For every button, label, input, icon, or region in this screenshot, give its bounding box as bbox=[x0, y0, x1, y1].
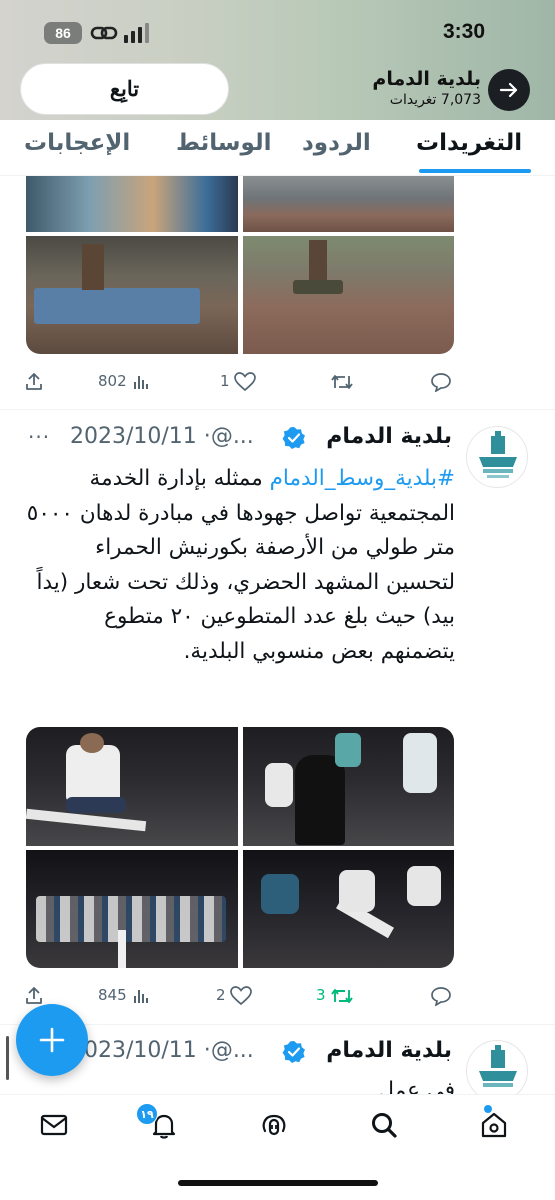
separator: · bbox=[196, 424, 211, 449]
tab-replies[interactable]: الردود bbox=[302, 130, 371, 156]
tweet-text: في عمل... bbox=[357, 1078, 455, 1094]
home-indicator[interactable] bbox=[178, 1180, 378, 1186]
like-count: 2 bbox=[216, 986, 226, 1004]
tweet-date[interactable]: 2023/10/11 bbox=[70, 424, 197, 449]
tweet-handle: @... bbox=[210, 424, 254, 449]
follow-button[interactable]: تابِع bbox=[20, 63, 229, 115]
like-button[interactable]: 2 bbox=[216, 984, 253, 1006]
reply-icon bbox=[431, 986, 451, 1007]
tweet-author-name[interactable]: بلدية الدمام bbox=[326, 1038, 452, 1063]
separator: · bbox=[196, 1038, 211, 1063]
more-options-icon[interactable]: ··· bbox=[28, 425, 50, 449]
compose-tweet-button[interactable] bbox=[16, 1004, 88, 1076]
notifications-badge: ١٩ bbox=[136, 1103, 158, 1125]
profile-tabs: الإعجابات الوسائط الردود التغريدات bbox=[0, 120, 555, 176]
tab-tweets[interactable]: التغريدات bbox=[416, 130, 522, 156]
municipality-logo-icon bbox=[479, 431, 517, 478]
mail-icon bbox=[40, 1114, 68, 1136]
views-icon bbox=[134, 989, 149, 1003]
retweet-button[interactable] bbox=[330, 370, 354, 392]
tweet-photo[interactable] bbox=[26, 727, 238, 846]
tweet-photo[interactable] bbox=[26, 176, 238, 232]
tweet-text: #بلدية_وسط_الدمام ممثله بإدارة الخدمة ال… bbox=[25, 462, 455, 669]
views-button[interactable]: 802 bbox=[98, 370, 151, 392]
share-icon bbox=[26, 372, 42, 390]
back-button[interactable] bbox=[488, 69, 530, 111]
link-icon bbox=[90, 26, 118, 40]
battery-indicator: 86 bbox=[44, 22, 82, 44]
verified-badge-icon bbox=[282, 427, 305, 449]
nav-home[interactable] bbox=[478, 1109, 518, 1145]
tweet-handle: @... bbox=[210, 1038, 254, 1063]
tweet-actions: 845 2 3 bbox=[0, 980, 555, 1010]
tweet-author-name[interactable]: بلدية الدمام bbox=[326, 424, 452, 449]
reply-icon bbox=[431, 372, 451, 393]
status-time: 3:30 bbox=[442, 20, 485, 43]
hashtag-link[interactable]: #بلدية_وسط_الدمام bbox=[270, 466, 455, 491]
avatar[interactable] bbox=[466, 1040, 528, 1102]
tweet-photo[interactable] bbox=[243, 176, 454, 232]
share-button[interactable] bbox=[24, 370, 44, 392]
tweet-photo[interactable] bbox=[243, 236, 454, 354]
avatar[interactable] bbox=[466, 426, 528, 488]
nav-messages[interactable] bbox=[38, 1109, 78, 1145]
scrollbar[interactable] bbox=[6, 1036, 9, 1080]
tweet-body: ممثله بإدارة الخدمة المجتمعية تواصل جهود… bbox=[26, 466, 455, 664]
views-icon bbox=[134, 375, 149, 389]
profile-name: بلدية الدمام bbox=[372, 68, 481, 90]
retweet-icon bbox=[331, 374, 353, 389]
tweet-photo[interactable] bbox=[26, 850, 238, 968]
verified-badge-icon bbox=[282, 1041, 305, 1063]
tweet-count: 7,073 تغريدات bbox=[389, 92, 481, 108]
profile-banner-header: 86 3:30 تابِع بلدية الدمام 7,073 تغريدات bbox=[0, 0, 555, 120]
share-button[interactable] bbox=[24, 984, 44, 1006]
search-icon bbox=[372, 1113, 397, 1138]
tweet-actions: 802 1 bbox=[0, 366, 555, 396]
views-count: 802 bbox=[98, 372, 127, 390]
views-count: 845 bbox=[98, 986, 127, 1004]
arrow-right-icon bbox=[499, 82, 518, 98]
tweet-photo[interactable] bbox=[243, 850, 454, 968]
home-new-content-dot bbox=[484, 1105, 492, 1113]
heart-icon bbox=[230, 985, 253, 1005]
municipality-logo-icon bbox=[479, 1045, 517, 1087]
tweet-divider bbox=[0, 409, 555, 410]
home-icon bbox=[481, 1112, 507, 1138]
tab-likes[interactable]: الإعجابات bbox=[24, 130, 130, 156]
tweet-photo[interactable] bbox=[26, 236, 238, 354]
cellular-signal-icon bbox=[124, 23, 154, 43]
heart-icon bbox=[234, 371, 257, 391]
tab-media[interactable]: الوسائط bbox=[176, 130, 271, 156]
tweet-meta: 2023/10/11 ·@... bbox=[70, 1038, 254, 1063]
reply-button[interactable] bbox=[430, 984, 452, 1007]
nav-search[interactable] bbox=[368, 1109, 408, 1145]
retweet-button[interactable]: 3 bbox=[316, 984, 354, 1006]
status-bar: 86 3:30 bbox=[0, 14, 555, 54]
spaces-icon bbox=[262, 1114, 286, 1136]
reply-button[interactable] bbox=[430, 370, 452, 393]
plus-icon bbox=[39, 1027, 65, 1053]
active-tab-indicator bbox=[419, 169, 531, 173]
retweet-icon bbox=[331, 988, 354, 1003]
tweet-meta: 2023/10/11 ·@... bbox=[70, 424, 254, 449]
share-icon bbox=[26, 986, 42, 1004]
views-button[interactable]: 845 bbox=[98, 984, 151, 1006]
retweet-count: 3 bbox=[316, 986, 326, 1004]
nav-spaces[interactable] bbox=[258, 1109, 298, 1145]
like-count: 1 bbox=[220, 372, 230, 390]
tweet-photo[interactable] bbox=[243, 727, 454, 846]
like-button[interactable]: 1 bbox=[220, 370, 257, 392]
tweet-date[interactable]: 2023/10/11 bbox=[70, 1038, 197, 1063]
